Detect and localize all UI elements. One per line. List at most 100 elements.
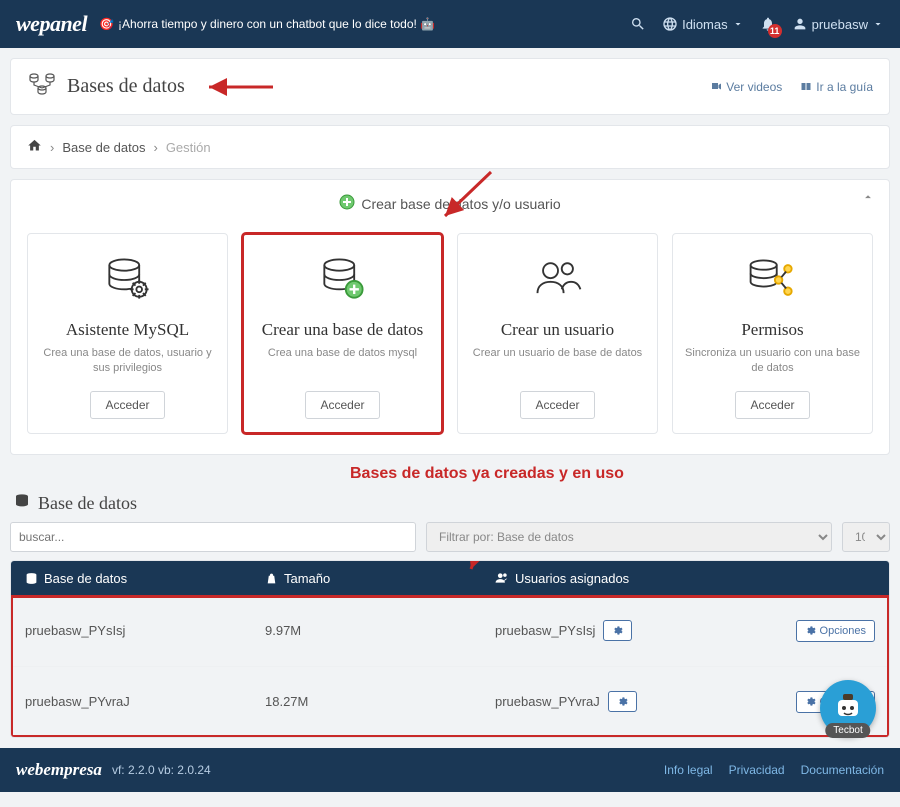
footer-link-legal[interactable]: Info legal	[664, 763, 713, 777]
database-share-icon	[745, 252, 801, 308]
user-name: pruebasw_PYvraJ	[495, 694, 600, 709]
footer: webempresa vf: 2.2.0 vb: 2.0.24 Info leg…	[0, 748, 900, 792]
annotation-arrow-icon	[205, 77, 275, 97]
cell-size: 9.97M	[265, 623, 495, 638]
gear-icon	[617, 696, 628, 707]
page-title: Bases de datos	[67, 75, 185, 98]
annotation-text: Bases de datos ya creadas y en uso	[350, 465, 624, 483]
topbar: wepanel 🎯 ¡Ahorra tiempo y dinero con un…	[0, 0, 900, 48]
weight-icon	[265, 572, 278, 585]
user-settings-button[interactable]	[608, 691, 637, 712]
promo-text: ¡Ahorra tiempo y dinero con un chatbot q…	[118, 17, 435, 31]
breadcrumb-separator: ›	[50, 140, 54, 155]
logo[interactable]: wepanel	[16, 11, 87, 37]
tile-permissions[interactable]: Permisos Sincroniza un usuario con una b…	[672, 233, 873, 434]
tecbot-label: Tecbot	[825, 723, 870, 738]
breadcrumb-current: Gestión	[166, 140, 211, 155]
search-input[interactable]	[10, 522, 416, 552]
gear-icon	[612, 625, 623, 636]
tile-desc: Crea una base de datos, usuario y sus pr…	[38, 346, 217, 377]
tile-title: Crear una base de datos	[262, 320, 423, 340]
access-button[interactable]: Acceder	[735, 391, 809, 419]
access-button[interactable]: Acceder	[305, 391, 379, 419]
breadcrumb-card: › Base de datos › Gestión Crear una nuev…	[10, 125, 890, 169]
annotation-arrow-icon	[461, 560, 501, 573]
username-label: pruebasw	[812, 17, 868, 32]
page-size-select[interactable]: 10	[842, 522, 890, 552]
annotation-arrow-icon	[441, 170, 501, 220]
database-group-icon	[27, 71, 57, 102]
globe-icon	[662, 16, 678, 32]
tile-title: Permisos	[741, 320, 803, 340]
col-label: Usuarios asignados	[515, 571, 629, 586]
create-section: Crear base de datos y/o usuario Asistent…	[10, 179, 890, 455]
tecbot-widget[interactable]: Tecbot	[820, 680, 876, 736]
database-gear-icon	[100, 252, 156, 308]
footer-logo[interactable]: webempresa	[16, 760, 102, 780]
promo-banner: 🎯 ¡Ahorra tiempo y dinero con un chatbot…	[99, 17, 435, 31]
language-selector[interactable]: Idiomas	[662, 16, 744, 32]
col-database[interactable]: Base de datos	[25, 571, 265, 586]
chevron-down-icon	[872, 18, 884, 30]
table-body: pruebasw_PYsIsj 9.97M pruebasw_PYsIsj Op…	[11, 596, 889, 737]
table-row: pruebasw_PYsIsj 9.97M pruebasw_PYsIsj Op…	[11, 596, 889, 667]
footer-link-docs[interactable]: Documentación	[801, 763, 884, 777]
filter-row: Filtrar por: Base de datos 10	[10, 522, 890, 552]
guide-icon	[800, 81, 812, 93]
chevron-down-icon	[732, 18, 744, 30]
tile-desc: Crear un usuario de base de datos	[473, 346, 642, 374]
video-icon	[710, 81, 722, 93]
database-plus-icon	[315, 252, 371, 308]
options-label: Opciones	[820, 625, 866, 637]
cell-users: pruebasw_PYvraJ	[495, 691, 755, 712]
chevron-up-icon[interactable]	[861, 190, 875, 209]
col-users[interactable]: Usuarios asignados	[495, 571, 875, 586]
database-icon	[14, 493, 30, 514]
version-text: vf: 2.2.0 vb: 2.0.24	[112, 763, 211, 777]
breadcrumb: › Base de datos › Gestión	[27, 138, 873, 156]
col-size[interactable]: Tamaño	[265, 571, 495, 586]
access-button[interactable]: Acceder	[90, 391, 164, 419]
table-row: pruebasw_PYvraJ 18.27M pruebasw_PYvraJ O…	[11, 667, 889, 737]
videos-link[interactable]: Ver videos	[710, 80, 782, 94]
options-button[interactable]: Opciones	[796, 620, 875, 642]
section-title: Base de datos	[38, 493, 137, 514]
gear-icon	[805, 625, 816, 636]
table-header: Base de datos Tamaño Usuarios asignados	[11, 561, 889, 596]
user-menu[interactable]: pruebasw	[792, 16, 884, 32]
breadcrumb-separator: ›	[153, 140, 157, 155]
cell-actions: Opciones	[755, 620, 875, 642]
database-icon	[25, 572, 38, 585]
home-icon[interactable]	[27, 138, 42, 156]
users-icon	[495, 571, 509, 585]
language-label: Idiomas	[682, 17, 728, 32]
target-icon: 🎯	[99, 17, 114, 31]
tile-title: Asistente MySQL	[66, 320, 189, 340]
notifications-button[interactable]: 11	[760, 16, 776, 32]
user-name: pruebasw_PYsIsj	[495, 623, 595, 638]
breadcrumb-link[interactable]: Base de datos	[62, 140, 145, 155]
col-label: Tamaño	[284, 571, 330, 586]
plus-badge-icon	[339, 194, 355, 213]
gear-icon	[805, 696, 816, 707]
user-settings-button[interactable]	[603, 620, 632, 641]
filter-select[interactable]: Filtrar por: Base de datos	[426, 522, 832, 552]
cell-db: pruebasw_PYsIsj	[25, 623, 265, 638]
tile-create-user[interactable]: Crear un usuario Crear un usuario de bas…	[457, 233, 658, 434]
tile-title: Crear un usuario	[501, 320, 614, 340]
cell-size: 18.27M	[265, 694, 495, 709]
users-icon	[530, 252, 586, 308]
page-header-card: Bases de datos Ver videos Ir a la guía	[10, 58, 890, 115]
access-button[interactable]: Acceder	[520, 391, 594, 419]
guide-link[interactable]: Ir a la guía	[800, 80, 873, 94]
tile-desc: Sincroniza un usuario con una base de da…	[683, 346, 862, 377]
footer-link-privacy[interactable]: Privacidad	[729, 763, 785, 777]
cell-db: pruebasw_PYvraJ	[25, 694, 265, 709]
section-header: Base de datos	[14, 493, 890, 514]
robot-icon	[830, 690, 866, 726]
user-icon	[792, 16, 808, 32]
tile-mysql-assistant[interactable]: Asistente MySQL Crea una base de datos, …	[27, 233, 228, 434]
tile-create-database[interactable]: Crear una base de datos Crea una base de…	[242, 233, 443, 434]
notification-badge: 11	[768, 24, 782, 38]
search-icon[interactable]	[630, 16, 646, 32]
